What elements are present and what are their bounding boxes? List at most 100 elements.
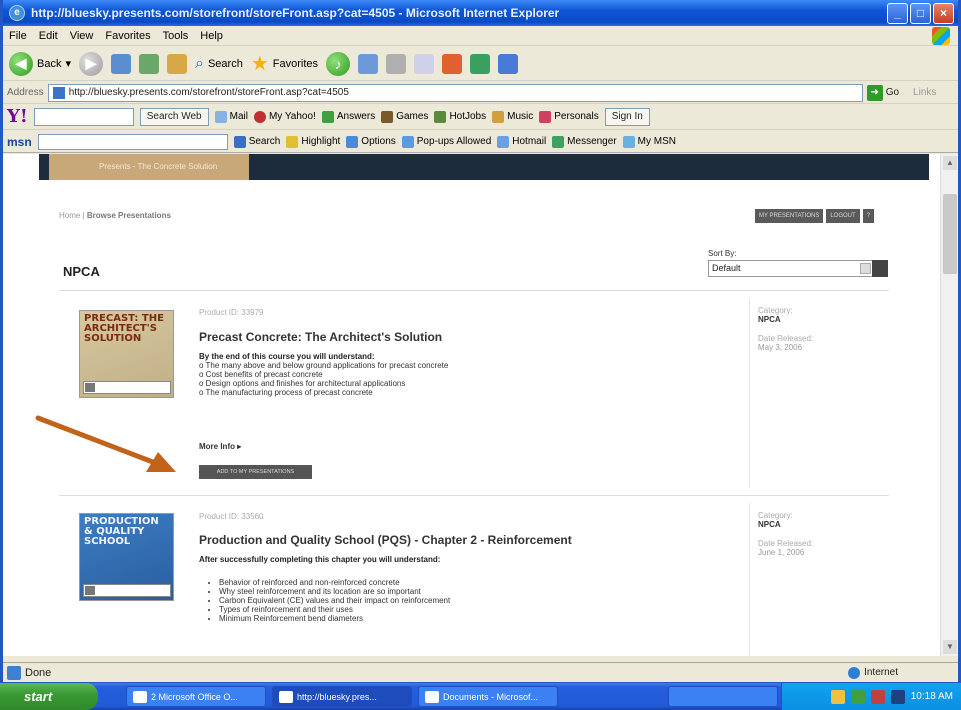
print-icon[interactable] <box>386 53 407 74</box>
address-input[interactable]: http://bluesky.presents.com/storefront/s… <box>47 83 863 102</box>
hotmail-icon <box>497 135 510 148</box>
msn-highlight[interactable]: Highlight <box>286 135 340 148</box>
go-button[interactable]: ➜ Go <box>866 84 899 101</box>
msn-options-label: Options <box>361 136 396 147</box>
taskbar-item-office[interactable]: 2 Microsoft Office O... <box>126 686 266 707</box>
personals-icon <box>539 110 552 123</box>
home-icon[interactable] <box>167 53 187 74</box>
yahoo-my-yahoo[interactable]: My Yahoo! <box>253 110 316 123</box>
tray-icon[interactable] <box>870 689 885 704</box>
more-info-link[interactable]: More Info ▸ <box>199 442 241 451</box>
taskbar-item-documents[interactable]: Documents - Microsof... <box>418 686 558 707</box>
thumbnail-input[interactable] <box>83 381 171 394</box>
forward-button[interactable]: ▶ <box>79 51 103 76</box>
msn-hotmail[interactable]: Hotmail <box>497 135 546 148</box>
product-thumbnail[interactable]: PRECAST: THE ARCHITECT'S SOLUTION <box>79 310 174 398</box>
menu-favorites[interactable]: Favorites <box>105 30 150 42</box>
msn-options[interactable]: Options <box>346 135 396 148</box>
start-button[interactable]: start <box>0 683 98 710</box>
menu-tools[interactable]: Tools <box>163 30 189 42</box>
taskbar-item-browser[interactable]: http://bluesky.pres... <box>272 686 412 707</box>
yahoo-answers[interactable]: Answers <box>321 110 375 123</box>
search-button[interactable]: ⌕ Search <box>195 55 243 73</box>
dropdown-icon <box>860 263 871 274</box>
site-header-tab[interactable]: Presents - The Concrete Solution <box>49 154 249 180</box>
minimize-button[interactable]: _ <box>887 3 908 24</box>
list-item: o The manufacturing process of precast c… <box>199 388 373 397</box>
maximize-button[interactable]: □ <box>910 3 931 24</box>
back-button[interactable]: ◀ Back ▾ <box>9 51 71 76</box>
tray-icon[interactable] <box>850 689 865 704</box>
tray-icon[interactable] <box>830 689 845 704</box>
yahoo-games[interactable]: Games <box>381 110 428 123</box>
sort-go-button[interactable] <box>872 260 888 277</box>
sign-in-button[interactable]: Sign In <box>604 107 650 126</box>
stop-icon[interactable] <box>111 53 131 74</box>
status-bar: Done Internet <box>3 662 958 682</box>
menu-view[interactable]: View <box>70 30 94 42</box>
menu-help[interactable]: Help <box>200 30 223 42</box>
product-intro: By the end of this course you will under… <box>199 352 375 361</box>
sort-label: Sort By: <box>708 249 737 258</box>
help-button[interactable]: ? <box>862 209 875 223</box>
hotjobs-icon <box>434 110 447 123</box>
scroll-thumb[interactable] <box>943 194 957 274</box>
popup-icon <box>401 135 414 148</box>
links-label[interactable]: Links <box>913 87 936 98</box>
msn-search[interactable]: Search <box>233 135 280 148</box>
product-title[interactable]: Precast Concrete: The Architect's Soluti… <box>199 330 442 344</box>
menu-edit[interactable]: Edit <box>39 30 58 42</box>
list-item: o Cost benefits of precast concrete <box>199 370 323 379</box>
status-text: Done <box>25 666 52 679</box>
address-value: http://bluesky.presents.com/storefront/s… <box>68 86 349 98</box>
msn-search-input[interactable] <box>37 133 228 150</box>
msn-logo[interactable]: msn <box>7 135 32 149</box>
research-icon[interactable] <box>470 53 491 74</box>
yahoo-search-input[interactable] <box>33 107 134 126</box>
yahoo-hotjobs[interactable]: HotJobs <box>434 110 486 123</box>
msn-my-msn-label: My MSN <box>637 136 676 147</box>
category-title: NPCA <box>63 264 100 279</box>
edit-icon[interactable] <box>414 53 435 74</box>
menu-file[interactable]: File <box>9 30 27 42</box>
yahoo-personals[interactable]: Personals <box>539 110 599 123</box>
msn-messenger[interactable]: Messenger <box>552 135 617 148</box>
msn-my-msn[interactable]: My MSN <box>622 135 676 148</box>
favorites-star-icon: ★ <box>250 53 269 75</box>
msn-popups[interactable]: Pop-ups Allowed <box>401 135 491 148</box>
add-to-my-presentations-button[interactable]: ADD TO MY PRESENTATIONS <box>199 465 312 479</box>
task-label: http://bluesky.pres... <box>297 691 377 702</box>
refresh-icon[interactable] <box>139 53 159 74</box>
product-thumbnail[interactable]: PRODUCTION & QUALITY SCHOOL <box>79 513 174 601</box>
logout-button[interactable]: LOGOUT <box>826 209 860 223</box>
thumbnail-input[interactable] <box>83 584 171 597</box>
site-header: Presents - The Concrete Solution <box>39 154 929 180</box>
yahoo-mail[interactable]: Mail <box>214 110 248 123</box>
related-icon[interactable] <box>498 53 519 74</box>
favorites-button[interactable]: ★ Favorites <box>251 51 318 76</box>
category-label: Category: <box>758 306 793 315</box>
yahoo-music[interactable]: Music <box>492 110 533 123</box>
product-title[interactable]: Production and Quality School (PQS) - Ch… <box>199 533 572 547</box>
date-label: Date Released: <box>758 539 814 548</box>
msn-toolbar: msn Search Highlight Options Pop-ups All… <box>3 131 958 153</box>
close-button[interactable]: × <box>933 3 954 24</box>
zone-label: Internet <box>864 667 898 678</box>
clock[interactable]: 10:18 AM <box>911 691 953 702</box>
messenger-icon[interactable] <box>442 53 463 74</box>
vertical-scrollbar[interactable]: ▲ ▼ <box>940 154 958 656</box>
product-id: Product ID: 33979 <box>199 308 264 317</box>
sort-select[interactable]: Default <box>708 260 888 277</box>
ie-icon: e <box>9 5 25 21</box>
scroll-up-icon[interactable]: ▲ <box>943 156 957 170</box>
search-web-button[interactable]: Search Web <box>139 107 209 126</box>
history-icon[interactable] <box>358 53 379 74</box>
yahoo-logo[interactable]: Y! <box>7 106 28 127</box>
breadcrumb-home[interactable]: Home <box>59 211 80 220</box>
media-icon[interactable]: ♪ <box>326 51 351 76</box>
tray-icon[interactable] <box>890 689 905 704</box>
my-presentations-button[interactable]: MY PRESENTATIONS <box>755 209 824 223</box>
taskbar-toolbar[interactable] <box>668 686 778 707</box>
scroll-down-icon[interactable]: ▼ <box>943 640 957 654</box>
system-tray: 10:18 AM <box>781 683 961 710</box>
